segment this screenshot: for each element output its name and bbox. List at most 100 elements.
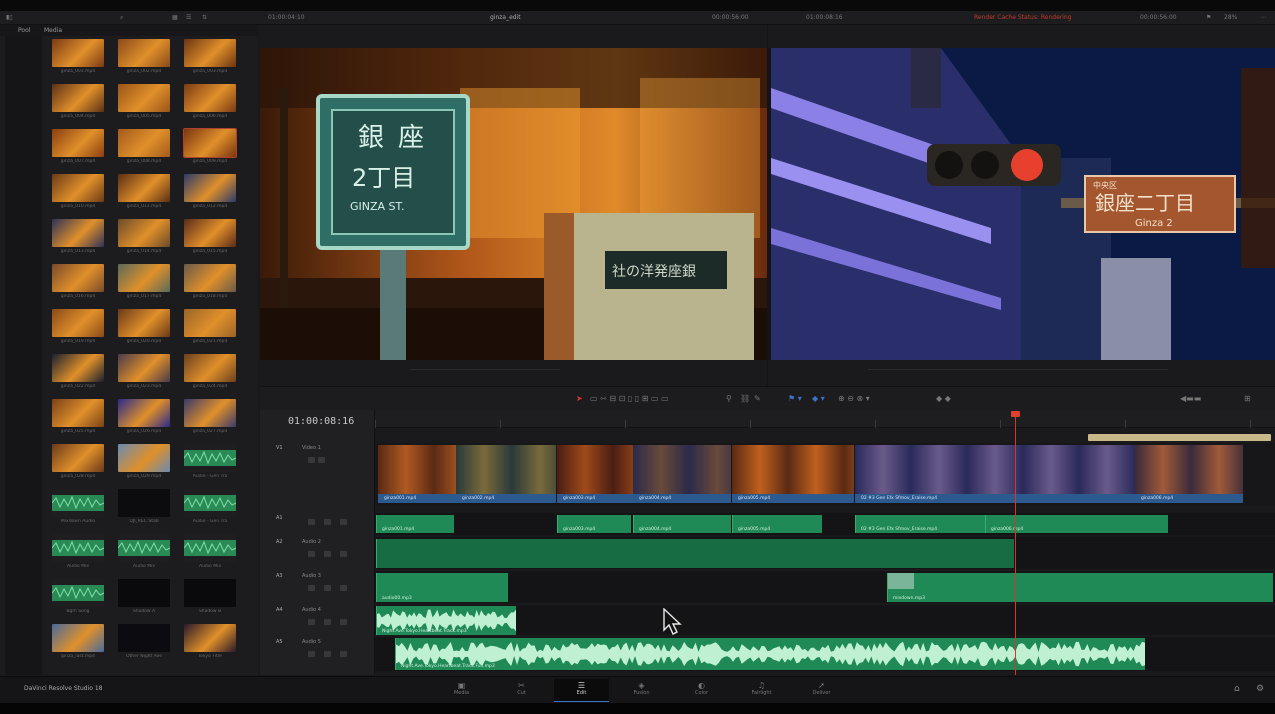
video-clip[interactable]: ginza002.mp4 bbox=[456, 445, 556, 503]
media-clip[interactable]: ginza_011.mp4 bbox=[118, 174, 170, 216]
track-header-a2[interactable]: A2 Audio 2 bbox=[260, 537, 375, 569]
fade-handle[interactable] bbox=[888, 573, 914, 589]
track-header-v1[interactable]: V1 Video 1 bbox=[260, 443, 375, 505]
media-clip[interactable]: ginza_018.mp4 bbox=[184, 264, 236, 306]
lock-icon[interactable] bbox=[308, 585, 315, 591]
bin-list[interactable] bbox=[5, 36, 42, 675]
media-clip[interactable]: ginza_028.mp4 bbox=[52, 444, 104, 486]
media-clip[interactable]: ginza_025.mp4 bbox=[52, 399, 104, 441]
more-icon[interactable]: ⋯ bbox=[1260, 14, 1266, 21]
media-clip[interactable]: ginza_015.mp4 bbox=[184, 219, 236, 261]
media-clip[interactable]: DJI_REC Stab bbox=[118, 489, 170, 531]
page-tab-edit[interactable]: ☰ Edit bbox=[554, 679, 609, 702]
audio-clip[interactable]: ginza005.mp4 bbox=[732, 515, 822, 533]
video-clip[interactable]: ginza005.mp4 bbox=[732, 445, 854, 503]
page-tab-deliver[interactable]: ➚ Deliver bbox=[794, 679, 849, 702]
media-clip[interactable]: ginza_022.mp4 bbox=[52, 354, 104, 396]
media-clip[interactable]: ginza_003.mp4 bbox=[184, 39, 236, 81]
audio-clip-a3-right[interactable]: mixdown.mp3 bbox=[887, 573, 1273, 602]
media-clip[interactable]: Audio - Gen Tra bbox=[184, 489, 236, 531]
media-clip[interactable]: ginza_026.mp4 bbox=[118, 399, 170, 441]
video-clip[interactable]: ginza006.mp4 bbox=[1135, 445, 1243, 503]
audio-clip[interactable]: ginza006.mp4 bbox=[985, 515, 1168, 533]
solo-icon[interactable] bbox=[340, 551, 347, 557]
track-header-a4[interactable]: A4 Audio 4 bbox=[260, 605, 375, 635]
solo-icon[interactable] bbox=[340, 651, 347, 657]
media-clip[interactable]: ginza_027.mp4 bbox=[184, 399, 236, 441]
media-clip[interactable]: ginza_029.mp4 bbox=[118, 444, 170, 486]
media-clip[interactable]: Audio Mix bbox=[52, 534, 104, 576]
media-clip[interactable]: Other Night Ave bbox=[118, 624, 170, 666]
audio-clip-a3-left[interactable]: audio00.mp3 bbox=[376, 573, 508, 602]
page-tab-fusion[interactable]: ◈ Fusion bbox=[614, 679, 669, 702]
source-scrubber[interactable] bbox=[410, 369, 560, 370]
marker-color-icon[interactable]: ◆ ▾ bbox=[812, 394, 825, 403]
mute-icon[interactable] bbox=[324, 585, 331, 591]
audio-clip[interactable]: 02 #3 Gen Efx Sfmov_Eraise.mp4 bbox=[855, 515, 985, 533]
flag-color-icon[interactable]: ⚑ ▾ bbox=[788, 394, 802, 403]
edit-mode-icons[interactable]: ◆ ◆ bbox=[936, 394, 951, 403]
timeline-timecode[interactable]: 01:00:08:16 bbox=[288, 416, 354, 427]
visibility-icon[interactable] bbox=[318, 457, 325, 463]
track-header-a5[interactable]: A5 Audio 5 bbox=[260, 637, 375, 671]
media-clip[interactable]: Audio - Gen Tra bbox=[184, 444, 236, 486]
media-clip[interactable]: ginza_last.mp4 bbox=[52, 624, 104, 666]
media-clip[interactable]: Audio Mix bbox=[184, 534, 236, 576]
audio-clip-a2[interactable] bbox=[376, 539, 1014, 568]
link-icon[interactable]: ⛓ bbox=[740, 394, 750, 403]
playhead[interactable] bbox=[1015, 415, 1016, 675]
media-clip[interactable]: ginza_013.mp4 bbox=[52, 219, 104, 261]
sort-icon[interactable]: ⇅ bbox=[202, 14, 207, 21]
lock-icon[interactable] bbox=[308, 519, 315, 525]
mixer-icon[interactable]: ⊞ bbox=[1244, 394, 1251, 403]
grid-view-icon[interactable]: ▦ bbox=[172, 14, 178, 21]
home-icon[interactable]: ⌂ bbox=[1234, 684, 1240, 694]
solo-icon[interactable] bbox=[340, 519, 347, 525]
page-tab-cut[interactable]: ✂ Cut bbox=[494, 679, 549, 702]
lock-icon[interactable] bbox=[308, 551, 315, 557]
video-clip[interactable]: ginza003.mp4 bbox=[557, 445, 633, 503]
trim-tools[interactable]: ▭ ⇿ ⊟ ⊡ ▯ ▯ ⊞ ▭ ▭ bbox=[590, 394, 669, 403]
media-clip[interactable]: ginza_010.mp4 bbox=[52, 174, 104, 216]
mute-icon[interactable] bbox=[324, 651, 331, 657]
media-clip[interactable]: ginza_020.mp4 bbox=[118, 309, 170, 351]
lock-icon[interactable] bbox=[308, 457, 315, 463]
page-tab-color[interactable]: ◐ Color bbox=[674, 679, 729, 702]
media-clip[interactable]: ginza_006.mp4 bbox=[184, 84, 236, 126]
zoom-level[interactable]: 28% bbox=[1224, 14, 1237, 21]
media-clip[interactable]: Mixdown Audio bbox=[52, 489, 104, 531]
media-clip[interactable]: ginza_009.mp4 bbox=[183, 128, 237, 171]
media-clip[interactable]: ginza_021.mp4 bbox=[184, 309, 236, 351]
render-range-marker[interactable] bbox=[1088, 434, 1271, 441]
track-header-a1[interactable]: A1 bbox=[260, 513, 375, 535]
lock-icon[interactable] bbox=[308, 651, 315, 657]
search-icon[interactable]: ⌕ bbox=[120, 14, 123, 22]
video-clip[interactable]: ginza001.mp4 bbox=[378, 445, 456, 503]
media-clip[interactable]: ginza_004.mp4 bbox=[52, 84, 104, 126]
media-clip[interactable]: Shadow B bbox=[184, 579, 236, 621]
media-clip[interactable]: ginza_008.mp4 bbox=[118, 129, 170, 171]
media-clip[interactable]: ginza_023.mp4 bbox=[118, 354, 170, 396]
volume-icon[interactable]: ◀▬▬ bbox=[1180, 394, 1201, 403]
video-clip[interactable]: 02 #3 Gen Efx Sfmov_Eraise.mp4 bbox=[855, 445, 1135, 503]
tab-media[interactable]: Media bbox=[44, 27, 62, 34]
media-clip[interactable]: ginza_012.mp4 bbox=[184, 174, 236, 216]
media-clip[interactable]: ginza_017.mp4 bbox=[118, 264, 170, 306]
video-clip[interactable]: ginza004.mp4 bbox=[633, 445, 731, 503]
media-clip[interactable]: ginza_005.mp4 bbox=[118, 84, 170, 126]
audio-clip[interactable]: ginza003.mp4 bbox=[557, 515, 631, 533]
audio-clip[interactable]: ginza001.mp4 bbox=[376, 515, 454, 533]
flag-icon[interactable]: ⚑ bbox=[1206, 14, 1211, 21]
audio-clip[interactable]: ginza004.mp4 bbox=[633, 515, 731, 533]
lock-icon[interactable] bbox=[308, 619, 315, 625]
media-clip[interactable]: ginza_024.mp4 bbox=[184, 354, 236, 396]
media-clip[interactable]: Tokyo Title bbox=[184, 624, 236, 666]
program-viewer[interactable]: 中央区 銀座二丁目 Ginza 2 bbox=[771, 48, 1275, 360]
mute-icon[interactable] bbox=[324, 551, 331, 557]
media-clip[interactable]: Shadow A bbox=[118, 579, 170, 621]
solo-icon[interactable] bbox=[340, 585, 347, 591]
solo-icon[interactable] bbox=[340, 619, 347, 625]
page-tab-fairlight[interactable]: ♫ Fairlight bbox=[734, 679, 789, 702]
source-viewer[interactable]: 銀 座 2丁目 GINZA ST. 社の洋発座銀 bbox=[260, 48, 767, 360]
list-view-icon[interactable]: ☰ bbox=[186, 14, 191, 21]
